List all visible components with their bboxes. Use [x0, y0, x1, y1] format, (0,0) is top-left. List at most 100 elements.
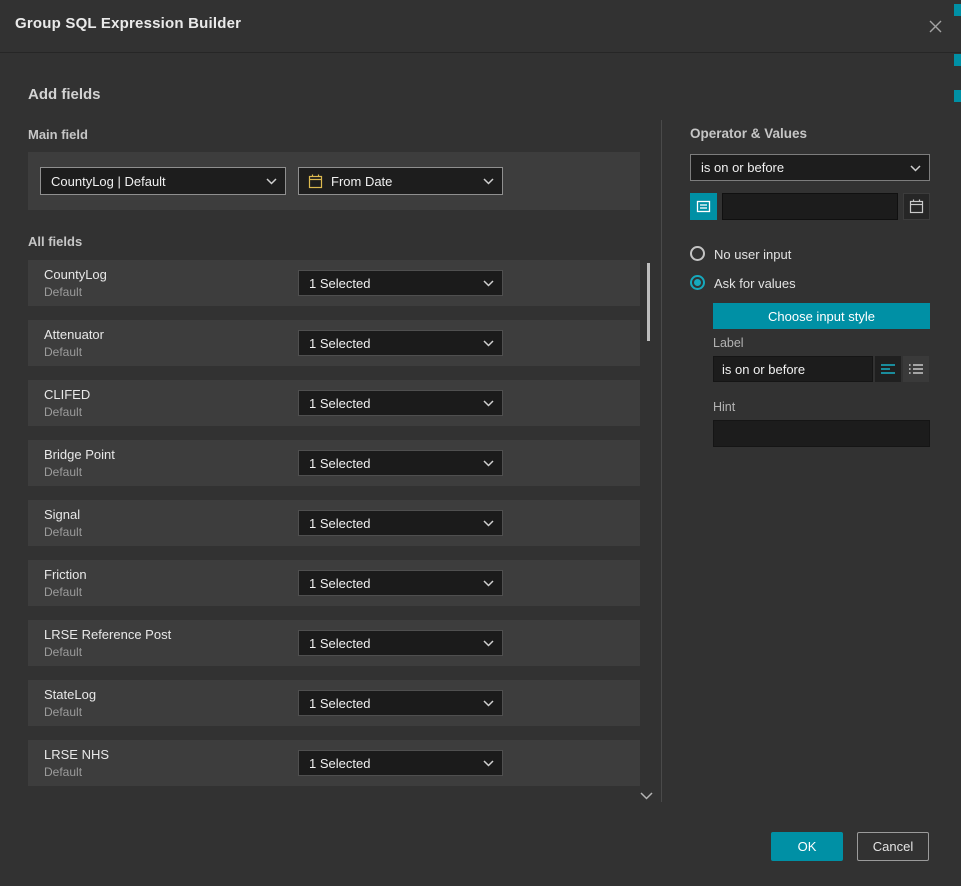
chevron-down-icon	[640, 792, 653, 800]
field-selected-value: 1 Selected	[309, 516, 370, 531]
field-selected-dropdown[interactable]: 1 Selected	[298, 630, 503, 656]
field-selected-dropdown[interactable]: 1 Selected	[298, 390, 503, 416]
edge-marker	[954, 54, 961, 66]
chevron-down-icon	[483, 520, 494, 527]
no-user-input-radio[interactable]	[690, 246, 705, 261]
field-selected-value: 1 Selected	[309, 576, 370, 591]
label-caption: Label	[713, 336, 744, 350]
field-name: Bridge Point	[44, 447, 115, 462]
field-sublabel: Default	[44, 525, 82, 539]
chevron-down-icon	[483, 340, 494, 347]
ask-for-values-label: Ask for values	[714, 276, 796, 291]
main-layer-dropdown[interactable]: CountyLog | Default	[40, 167, 286, 195]
field-sublabel: Default	[44, 765, 82, 779]
chevron-down-icon	[483, 178, 494, 185]
hint-input[interactable]	[713, 420, 930, 447]
operator-dropdown-value: is on or before	[701, 160, 784, 175]
ok-button[interactable]: OK	[771, 832, 843, 861]
chevron-down-icon	[483, 700, 494, 707]
all-fields-label: All fields	[28, 234, 82, 249]
panel-divider	[661, 120, 662, 802]
operator-dropdown[interactable]: is on or before	[690, 154, 930, 181]
close-button[interactable]	[923, 14, 947, 38]
main-date-field-value: From Date	[331, 174, 392, 189]
field-sublabel: Default	[44, 405, 82, 419]
field-name: LRSE NHS	[44, 747, 109, 762]
field-name: CLIFED	[44, 387, 90, 402]
main-layer-dropdown-value: CountyLog | Default	[51, 174, 166, 189]
dialog-header: Group SQL Expression Builder	[0, 0, 961, 53]
input-style-list-button[interactable]	[903, 356, 929, 382]
chevron-down-icon	[483, 280, 494, 287]
field-selected-dropdown[interactable]: 1 Selected	[298, 510, 503, 536]
field-sublabel: Default	[44, 285, 82, 299]
field-selected-dropdown[interactable]: 1 Selected	[298, 690, 503, 716]
chevron-down-icon	[483, 760, 494, 767]
field-selected-value: 1 Selected	[309, 276, 370, 291]
add-fields-heading: Add fields	[28, 86, 101, 103]
chevron-down-icon	[266, 178, 277, 185]
calendar-icon	[308, 174, 323, 189]
main-field-panel: CountyLog | Default From Date	[28, 152, 640, 210]
all-fields-list: CountyLog Default 1 Selected Attenuator …	[28, 260, 640, 786]
field-row-attenuator: Attenuator Default 1 Selected	[28, 320, 640, 366]
scroll-down-button[interactable]	[640, 787, 653, 805]
field-row-friction: Friction Default 1 Selected	[28, 560, 640, 606]
field-selected-dropdown[interactable]: 1 Selected	[298, 330, 503, 356]
field-name: Friction	[44, 567, 87, 582]
chevron-down-icon	[483, 460, 494, 467]
chevron-down-icon	[483, 400, 494, 407]
field-row-statelog: StateLog Default 1 Selected	[28, 680, 640, 726]
field-selected-dropdown[interactable]: 1 Selected	[298, 270, 503, 296]
field-row-lrse-nhs: LRSE NHS Default 1 Selected	[28, 740, 640, 786]
no-user-input-label: No user input	[714, 247, 791, 262]
field-selected-value: 1 Selected	[309, 756, 370, 771]
operator-values-heading: Operator & Values	[690, 126, 807, 141]
value-input[interactable]	[722, 193, 898, 220]
field-sublabel: Default	[44, 705, 82, 719]
field-selected-dropdown[interactable]: 1 Selected	[298, 750, 503, 776]
chevron-down-icon	[483, 580, 494, 587]
list-panel-icon	[696, 199, 711, 214]
dialog-title: Group SQL Expression Builder	[15, 15, 241, 32]
calendar-icon	[909, 199, 924, 214]
field-selected-value: 1 Selected	[309, 456, 370, 471]
ask-for-values-radio[interactable]	[690, 275, 705, 290]
group-sql-expression-builder-dialog: Group SQL Expression Builder Add fields …	[0, 0, 961, 886]
field-selected-dropdown[interactable]: 1 Selected	[298, 570, 503, 596]
bulleted-list-icon	[909, 363, 923, 375]
field-name: LRSE Reference Post	[44, 627, 171, 642]
align-lines-icon	[881, 363, 895, 375]
label-input[interactable]	[713, 356, 873, 382]
field-row-clifed: CLIFED Default 1 Selected	[28, 380, 640, 426]
field-row-bridge-point: Bridge Point Default 1 Selected	[28, 440, 640, 486]
input-style-single-line-button[interactable]	[875, 356, 901, 382]
choose-input-style-button[interactable]: Choose input style	[713, 303, 930, 329]
field-selected-value: 1 Selected	[309, 636, 370, 651]
field-sublabel: Default	[44, 465, 82, 479]
field-selected-dropdown[interactable]: 1 Selected	[298, 450, 503, 476]
edge-marker	[954, 90, 961, 102]
field-selected-value: 1 Selected	[309, 696, 370, 711]
chevron-down-icon	[910, 165, 921, 172]
field-row-lrse-reference-post: LRSE Reference Post Default 1 Selected	[28, 620, 640, 666]
chevron-down-icon	[483, 640, 494, 647]
close-icon	[928, 19, 943, 34]
main-date-field-dropdown[interactable]: From Date	[298, 167, 503, 195]
edge-marker	[954, 4, 961, 16]
date-picker-button[interactable]	[903, 193, 930, 220]
field-name: StateLog	[44, 687, 96, 702]
list-scrollbar-thumb[interactable]	[647, 263, 650, 341]
field-row-countylog: CountyLog Default 1 Selected	[28, 260, 640, 306]
field-name: Attenuator	[44, 327, 104, 342]
field-sublabel: Default	[44, 345, 82, 359]
cancel-button[interactable]: Cancel	[857, 832, 929, 861]
field-name: Signal	[44, 507, 80, 522]
field-sublabel: Default	[44, 645, 82, 659]
field-selected-value: 1 Selected	[309, 336, 370, 351]
hint-caption: Hint	[713, 400, 735, 414]
value-source-toggle-button[interactable]	[690, 193, 717, 220]
field-selected-value: 1 Selected	[309, 396, 370, 411]
field-name: CountyLog	[44, 267, 107, 282]
main-field-label: Main field	[28, 127, 88, 142]
